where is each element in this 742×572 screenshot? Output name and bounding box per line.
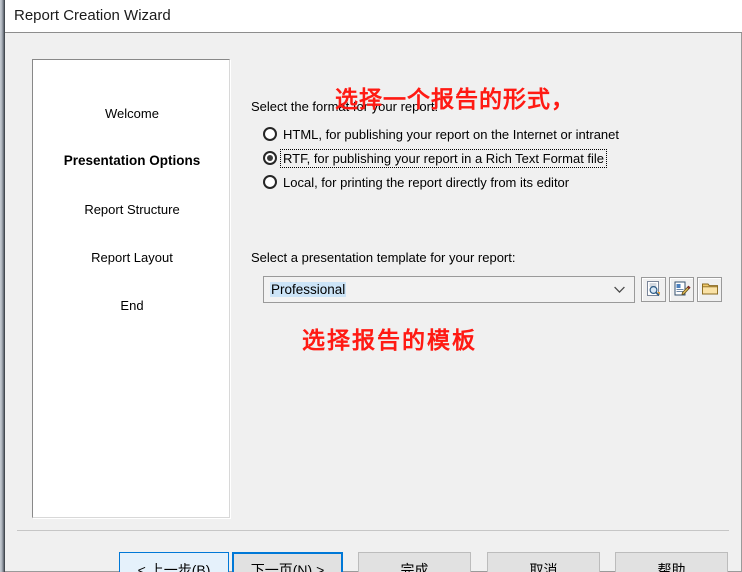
radio-option-html[interactable]: HTML, for publishing your report on the … xyxy=(263,124,621,144)
chevron-down-icon xyxy=(614,286,625,293)
edit-template-button[interactable] xyxy=(669,277,694,302)
client-area: Welcome Presentation Options Report Stru… xyxy=(5,33,741,572)
edit-document-icon xyxy=(674,281,691,296)
screen: Report Creation Wizard Welcome Presentat… xyxy=(0,0,742,572)
browse-template-button[interactable] xyxy=(697,277,722,302)
back-button-prefix: < 上一步( xyxy=(137,561,197,572)
next-button-mnemonic: N xyxy=(297,561,308,572)
radio-option-rtf[interactable]: RTF, for publishing your report in a Ric… xyxy=(263,148,608,168)
radio-option-local[interactable]: Local, for printing the report directly … xyxy=(263,172,571,192)
magnifier-icon xyxy=(646,281,660,297)
next-button-prefix: 下一页( xyxy=(250,561,298,572)
back-button-mnemonic: B xyxy=(196,561,206,572)
radio-rtf-label: RTF, for publishing your report in a Ric… xyxy=(279,148,608,168)
radio-local-label: Local, for printing the report directly … xyxy=(283,174,570,190)
step-end: End xyxy=(120,298,144,313)
annotation-template-text: 选择报告的模板 xyxy=(302,328,477,354)
step-report-layout: Report Layout xyxy=(91,250,173,265)
folder-icon xyxy=(701,283,718,295)
radio-local-icon[interactable] xyxy=(263,175,277,189)
title-bar: Report Creation Wizard xyxy=(5,0,742,33)
next-button-suffix: ) > xyxy=(307,561,325,572)
cancel-button[interactable]: 取消 xyxy=(487,552,600,572)
radio-html-icon[interactable] xyxy=(263,127,277,141)
step-presentation-options: Presentation Options xyxy=(63,153,201,168)
template-section-label: Select a presentation template for your … xyxy=(251,250,516,265)
template-combobox-value: Professional xyxy=(270,282,347,297)
footer-separator xyxy=(17,530,729,531)
annotation-format-text: 选择一个报告的形式， xyxy=(335,87,575,113)
window-title: Report Creation Wizard xyxy=(14,7,171,24)
back-button[interactable]: < 上一步(B) xyxy=(119,552,229,572)
step-welcome: Welcome xyxy=(105,106,159,121)
radio-rtf-icon[interactable] xyxy=(263,151,277,165)
help-button[interactable]: 帮助 xyxy=(615,552,728,572)
radio-html-label: HTML, for publishing your report on the … xyxy=(283,126,620,142)
back-button-suffix: ) xyxy=(205,561,211,572)
window-frame: Report Creation Wizard Welcome Presentat… xyxy=(0,0,742,572)
step-report-structure: Report Structure xyxy=(84,202,180,217)
next-button[interactable]: 下一页(N) > xyxy=(232,552,343,572)
finish-button[interactable]: 完成 xyxy=(358,552,471,572)
preview-template-button[interactable] xyxy=(641,277,666,302)
wizard-steps-panel: Welcome Presentation Options Report Stru… xyxy=(32,59,230,518)
template-combobox[interactable]: Professional xyxy=(263,276,635,303)
